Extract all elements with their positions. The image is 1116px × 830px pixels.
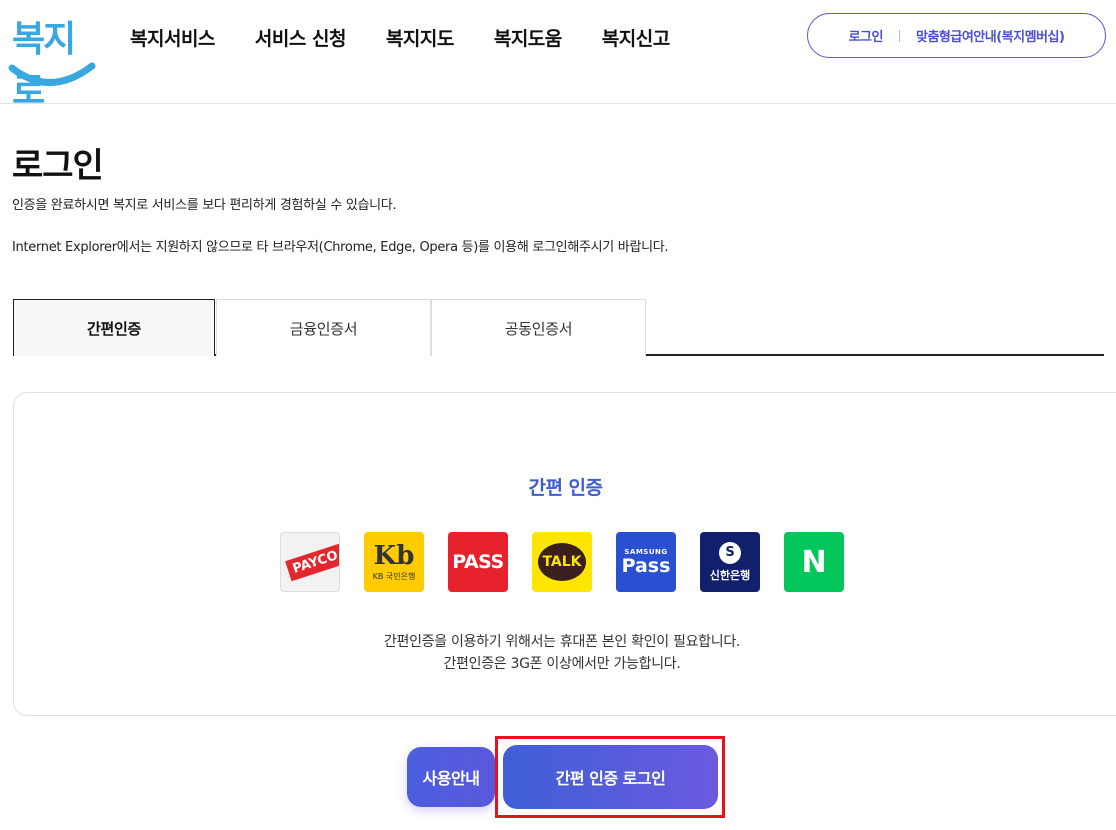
logo-smile-icon [8,62,96,86]
nav-welfare-service[interactable]: 복지서비스 [130,24,215,51]
page-title: 로그인 [12,146,104,186]
kb-label: KB 국민은행 [372,571,416,581]
nav-welfare-help[interactable]: 복지도움 [494,24,562,51]
tab-financial-cert[interactable]: 금융인증서 [216,299,431,356]
page-description: 인증을 완료하시면 복지로 서비스를 보다 편리하게 경험하실 수 있습니다. [12,198,397,213]
kb-bank-button[interactable]: Kb KB 국민은행 [364,532,424,592]
login-link[interactable]: 로그인 [849,26,884,45]
naver-icon: N [801,544,827,580]
site-header: 복지로 복지서비스 서비스 신청 복지지도 복지도움 복지신고 로그인 맞춤형급… [0,0,1116,112]
nav-welfare-map[interactable]: 복지지도 [386,24,454,51]
nav-welfare-report[interactable]: 복지신고 [602,24,670,51]
login-tabs: 간편인증 금융인증서 공동인증서 [13,299,1104,356]
note-line-1: 간편인증을 이용하기 위해서는 휴대폰 본인 확인이 필요합니다. [383,634,741,650]
shinhan-label: 신한은행 [709,568,751,582]
tab-joint-cert[interactable]: 공동인증서 [431,299,646,356]
simple-auth-login-button[interactable]: 간편 인증 로그인 [503,745,718,809]
kakao-button[interactable]: TALK [532,532,592,592]
payco-button[interactable]: PAYCO [280,532,340,592]
main-nav: 복지서비스 서비스 신청 복지지도 복지도움 복지신고 [130,24,710,51]
membership-link[interactable]: 맞춤형급여안내(복지멤버십) [916,26,1065,45]
panel-title: 간편 인증 [528,477,603,499]
browser-notice: Internet Explorer에서는 지원하지 않으므로 타 브라우저(Ch… [12,240,669,255]
util-menu: 로그인 맞춤형급여안내(복지멤버십) [807,13,1106,58]
divider [898,29,900,42]
provider-list: PAYCO Kb KB 국민은행 PASS TALK SAMSUNG Pass … [280,532,844,592]
logo[interactable]: 복지로 [8,8,98,112]
nav-service-apply[interactable]: 서비스 신청 [255,24,347,51]
pass-button[interactable]: PASS [448,532,508,592]
usage-guide-button[interactable]: 사용안내 [407,747,495,807]
simple-auth-panel: 간편 인증 PAYCO Kb KB 국민은행 PASS TALK SAMSUNG… [13,392,1116,716]
naver-button[interactable]: N [784,532,844,592]
pass-icon: PASS [452,551,504,573]
samsung-pass-button[interactable]: SAMSUNG Pass [616,532,676,592]
kb-icon: Kb [373,540,415,571]
samsung-pass-icon: Pass [621,555,671,577]
payco-icon: PAYCO [284,543,339,581]
shinhan-bank-button[interactable]: S 신한은행 [700,532,760,592]
note-line-2: 간편인증은 3G폰 이상에서만 가능합니다. [443,656,681,672]
kakao-talk-icon: TALK [538,543,586,581]
panel-note: 간편인증을 이용하기 위해서는 휴대폰 본인 확인이 필요합니다. 간편인증은 … [14,631,1110,675]
shinhan-icon: S [719,541,741,564]
tab-simple-auth[interactable]: 간편인증 [13,299,215,356]
